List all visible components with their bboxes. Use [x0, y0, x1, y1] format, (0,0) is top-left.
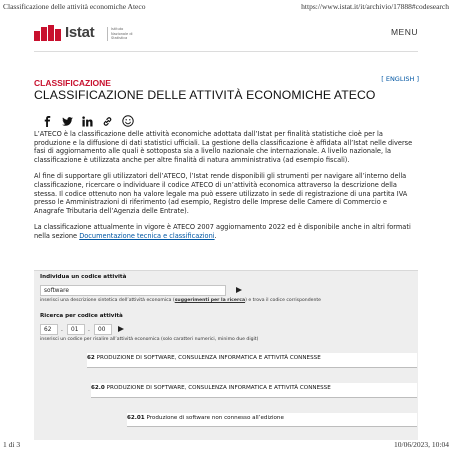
- paragraph-intro: L’ATECO è la classificazione delle attiv…: [34, 130, 413, 164]
- result-label: PRODUZIONE DI SOFTWARE, CONSULENZA INFOR…: [96, 355, 321, 361]
- print-header: Classificazione delle attività economich…: [3, 2, 449, 12]
- description-search-go-icon[interactable]: [236, 287, 242, 293]
- description-search-help: inserisci una descrizione sintetica dell…: [40, 298, 321, 303]
- help-text-end: ) e trova il codice corrispondente: [245, 298, 321, 303]
- code-part-3-input[interactable]: 00: [94, 324, 112, 335]
- code-search-help: inserisci un codice per risalire all’att…: [40, 337, 259, 342]
- logo-subtitle: Istituto Nazionale di Statistica: [107, 27, 137, 41]
- print-header-title: Classificazione delle attività economich…: [3, 2, 146, 11]
- page-count: 1 di 3: [3, 440, 21, 449]
- print-header-url: https://www.istat.it/it/archivio/17888#c…: [301, 2, 449, 11]
- link-icon[interactable]: [102, 112, 113, 126]
- smiley-icon[interactable]: [122, 112, 134, 127]
- facebook-icon[interactable]: [42, 112, 53, 127]
- section-kicker: CLASSIFICAZIONE: [34, 78, 111, 88]
- result-row[interactable]: 62.01 Produzione di software non conness…: [127, 413, 417, 427]
- code-part-1-input[interactable]: 62: [40, 324, 58, 335]
- search-tips-link[interactable]: suggerimenti per la ricerca: [175, 298, 245, 303]
- result-code: 62.0: [91, 385, 105, 391]
- result-row[interactable]: 62.0 PRODUZIONE DI SOFTWARE, CONSULENZA …: [91, 383, 417, 398]
- header-divider: [34, 51, 418, 52]
- code-search-label: Ricerca per codice attività: [40, 313, 123, 319]
- logo-text: Istat: [65, 24, 95, 41]
- result-code: 62: [87, 355, 95, 361]
- istat-logo-mark-icon: [34, 25, 61, 41]
- site-header: Istat Istituto Nazionale di Statistica M…: [34, 20, 418, 44]
- print-footer: 1 di 3 10/06/2023, 10:04: [3, 440, 449, 450]
- result-code: 62.01: [127, 415, 145, 421]
- code-part-2-input[interactable]: 01: [67, 324, 85, 335]
- code-search-go-icon[interactable]: [118, 326, 124, 332]
- documentation-link[interactable]: Documentazione tecnica e classificazioni: [79, 232, 214, 240]
- paragraph-tools: Al fine di supportare gli utilizzatori d…: [34, 172, 408, 215]
- paragraph-current-version: La classificazione attualmente in vigore…: [34, 223, 419, 240]
- twitter-icon[interactable]: [62, 112, 73, 126]
- description-search-label: Individua un codice attività: [40, 274, 127, 280]
- english-link[interactable]: [ ENGLISH ]: [381, 75, 419, 83]
- article-body: L’ATECO è la classificazione delle attiv…: [34, 130, 419, 249]
- menu-button[interactable]: MENU: [391, 27, 418, 37]
- result-row[interactable]: 62 PRODUZIONE DI SOFTWARE, CONSULENZA IN…: [87, 353, 417, 368]
- help-text: inserisci una descrizione sintetica dell…: [40, 298, 175, 303]
- result-label: PRODUZIONE DI SOFTWARE, CONSULENZA INFOR…: [106, 385, 331, 391]
- paragraph-end: .: [214, 231, 217, 240]
- description-search-input[interactable]: software: [40, 285, 226, 296]
- linkedin-icon[interactable]: [82, 112, 93, 127]
- print-timestamp: 10/06/2023, 10:04: [393, 440, 449, 449]
- code-separator: .: [61, 326, 63, 333]
- share-bar: [42, 110, 134, 127]
- code-search-panel: Individua un codice attività software in…: [34, 270, 418, 440]
- code-separator: .: [88, 326, 90, 333]
- page-title: CLASSIFICAZIONE DELLE ATTIVITÀ ECONOMICH…: [34, 88, 376, 102]
- result-label: Produzione di software non connesso all’…: [146, 415, 284, 421]
